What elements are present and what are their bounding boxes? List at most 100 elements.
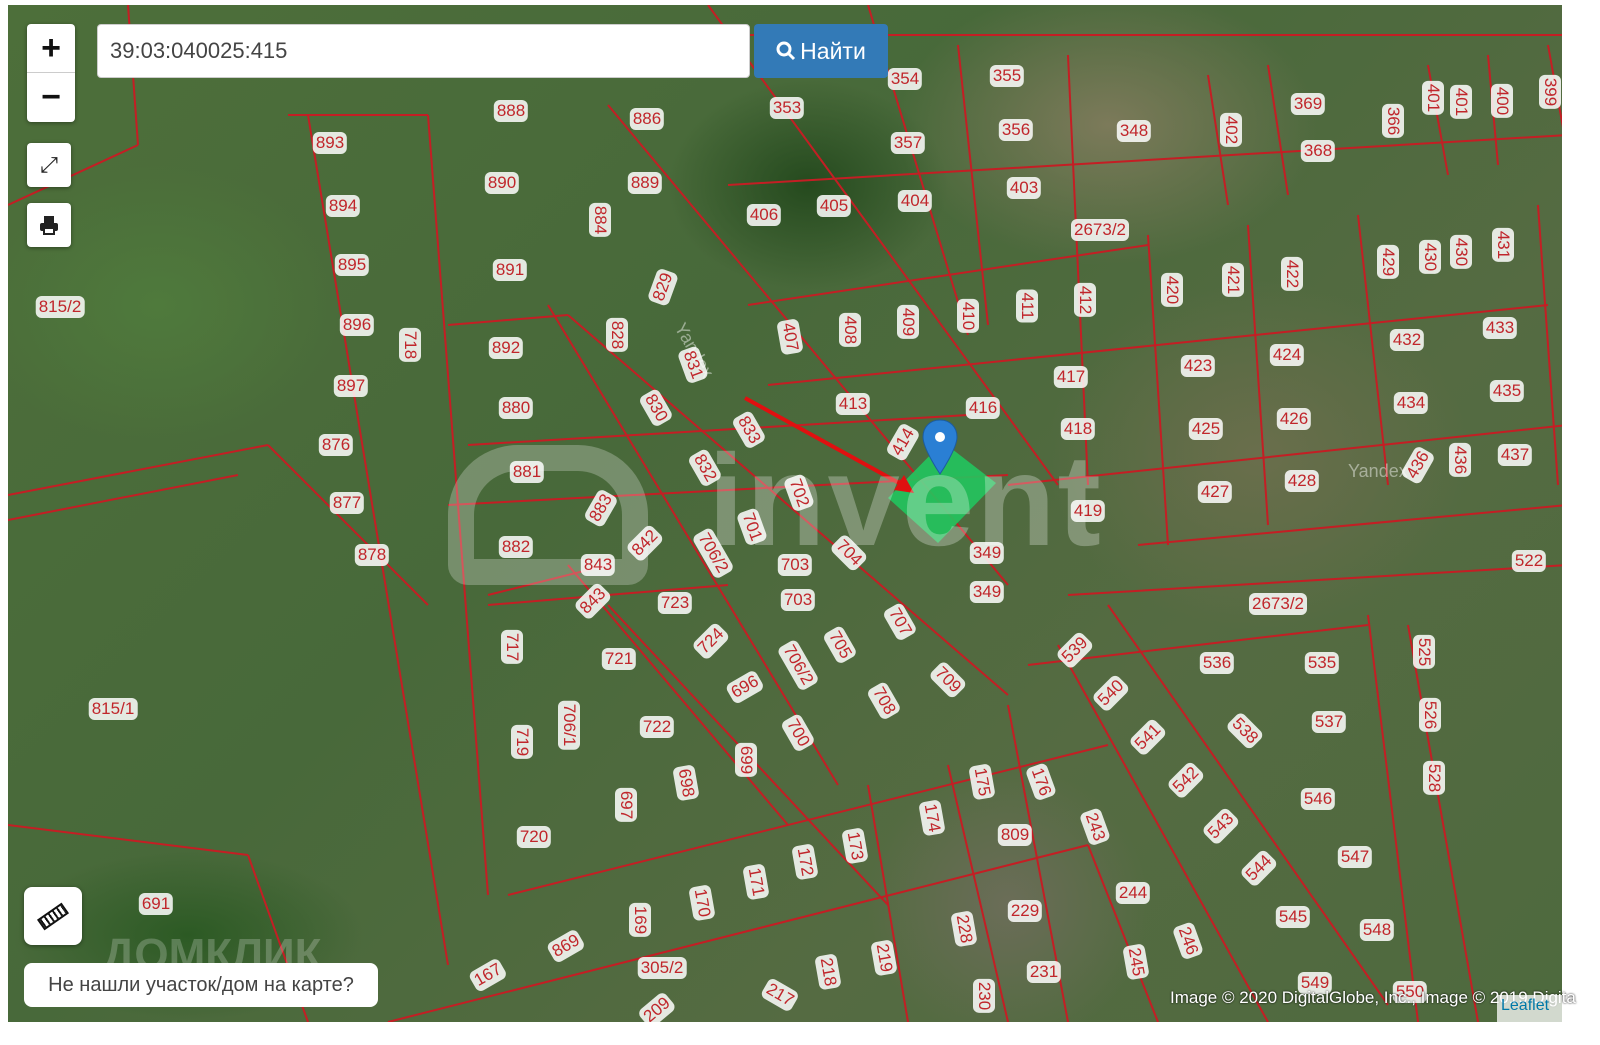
parcel-label[interactable]: 2673/2 bbox=[1071, 219, 1129, 241]
parcel-label[interactable]: 419 bbox=[1070, 500, 1106, 522]
parcel-label[interactable]: 881 bbox=[509, 461, 545, 483]
fullscreen-button[interactable]: ⤢ bbox=[27, 143, 71, 187]
parcel-label[interactable]: 828 bbox=[606, 317, 628, 353]
parcel-label[interactable]: 895 bbox=[334, 254, 370, 276]
print-button[interactable] bbox=[27, 203, 71, 247]
parcel-label[interactable]: 546 bbox=[1300, 788, 1336, 810]
parcel-label[interactable]: 890 bbox=[484, 172, 520, 194]
parcel-label[interactable]: 366 bbox=[1382, 103, 1404, 139]
parcel-label[interactable]: 876 bbox=[318, 434, 354, 456]
parcel-label[interactable]: 305/2 bbox=[637, 957, 687, 979]
parcel-label[interactable]: 420 bbox=[1161, 272, 1183, 308]
parcel-label[interactable]: 357 bbox=[890, 132, 926, 154]
parcel-label[interactable]: 896 bbox=[339, 314, 375, 336]
parcel-label[interactable]: 427 bbox=[1197, 481, 1233, 503]
parcel-label[interactable]: 535 bbox=[1304, 652, 1340, 674]
parcel-label[interactable]: 545 bbox=[1275, 906, 1311, 928]
parcel-label[interactable]: 882 bbox=[498, 536, 534, 558]
parcel-label[interactable]: 893 bbox=[312, 132, 348, 154]
parcel-label[interactable]: 706/1 bbox=[558, 700, 580, 750]
parcel-label[interactable]: 424 bbox=[1269, 344, 1305, 366]
satellite-map[interactable]: invent ДОМКЛИК Yandex Yandex 89389489589… bbox=[8, 5, 1562, 1022]
parcel-label[interactable]: 404 bbox=[897, 190, 933, 212]
parcel-label[interactable]: 528 bbox=[1423, 760, 1445, 796]
parcel-label[interactable]: 425 bbox=[1188, 418, 1224, 440]
zoom-in-button[interactable]: + bbox=[27, 24, 75, 73]
parcel-label[interactable]: 229 bbox=[1007, 900, 1043, 922]
parcel-label[interactable]: 719 bbox=[511, 724, 533, 760]
parcel-label[interactable]: 406 bbox=[746, 204, 782, 226]
parcel-label[interactable]: 401 bbox=[1422, 80, 1444, 116]
parcel-label[interactable]: 703 bbox=[780, 589, 816, 611]
location-pin-icon[interactable] bbox=[921, 418, 959, 476]
parcel-label[interactable]: 703 bbox=[777, 554, 813, 576]
parcel-label[interactable]: 548 bbox=[1359, 919, 1395, 941]
parcel-label[interactable]: 410 bbox=[957, 298, 979, 334]
find-button[interactable]: Найти bbox=[754, 24, 888, 78]
parcel-label[interactable]: 436 bbox=[1449, 442, 1471, 478]
parcel-label[interactable]: 697 bbox=[615, 787, 637, 823]
parcel-label[interactable]: 354 bbox=[887, 68, 923, 90]
parcel-label[interactable]: 723 bbox=[657, 592, 693, 614]
leaflet-link[interactable]: Leaflet bbox=[1497, 995, 1562, 1022]
parcel-label[interactable]: 884 bbox=[589, 202, 611, 238]
parcel-label[interactable]: 525 bbox=[1413, 634, 1435, 670]
parcel-label[interactable]: 368 bbox=[1300, 140, 1336, 162]
parcel-label[interactable]: 353 bbox=[769, 97, 805, 119]
parcel-label[interactable]: 349 bbox=[969, 581, 1005, 603]
parcel-label[interactable]: 430 bbox=[1419, 239, 1441, 275]
parcel-label[interactable]: 428 bbox=[1284, 470, 1320, 492]
parcel-label[interactable]: 413 bbox=[835, 393, 871, 415]
parcel-label[interactable]: 348 bbox=[1116, 120, 1152, 142]
not-found-parcel-button[interactable]: Не нашли участок/дом на карте? bbox=[24, 963, 378, 1007]
parcel-label[interactable]: 417 bbox=[1053, 366, 1089, 388]
parcel-label[interactable]: 418 bbox=[1060, 418, 1096, 440]
parcel-label[interactable]: 815/2 bbox=[35, 296, 85, 318]
parcel-label[interactable]: 691 bbox=[138, 893, 174, 915]
parcel-label[interactable]: 244 bbox=[1115, 882, 1151, 904]
parcel-label[interactable]: 405 bbox=[816, 195, 852, 217]
parcel-label[interactable]: 169 bbox=[629, 902, 651, 938]
parcel-label[interactable]: 526 bbox=[1419, 697, 1441, 733]
measure-button[interactable] bbox=[24, 887, 82, 945]
parcel-label[interactable]: 2673/2 bbox=[1249, 593, 1307, 615]
parcel-label[interactable]: 429 bbox=[1377, 244, 1399, 280]
parcel-label[interactable]: 435 bbox=[1489, 380, 1525, 402]
parcel-label[interactable]: 356 bbox=[998, 119, 1034, 141]
parcel-label[interactable]: 399 bbox=[1539, 74, 1561, 110]
parcel-label[interactable]: 416 bbox=[965, 397, 1001, 419]
zoom-out-button[interactable]: − bbox=[27, 73, 75, 121]
parcel-label[interactable]: 718 bbox=[399, 327, 421, 363]
parcel-label[interactable]: 400 bbox=[1491, 83, 1513, 119]
parcel-label[interactable]: 522 bbox=[1511, 550, 1547, 572]
parcel-label[interactable]: 880 bbox=[498, 397, 534, 419]
parcel-label[interactable]: 434 bbox=[1393, 392, 1429, 414]
parcel-label[interactable]: 423 bbox=[1180, 355, 1216, 377]
parcel-label[interactable]: 720 bbox=[516, 826, 552, 848]
parcel-label[interactable]: 421 bbox=[1222, 262, 1244, 298]
parcel-label[interactable]: 886 bbox=[629, 108, 665, 130]
parcel-label[interactable]: 717 bbox=[501, 629, 523, 665]
parcel-label[interactable]: 431 bbox=[1492, 227, 1514, 263]
parcel-label[interactable]: 430 bbox=[1450, 234, 1472, 270]
parcel-label[interactable]: 547 bbox=[1337, 846, 1373, 868]
parcel-label[interactable]: 433 bbox=[1482, 317, 1518, 339]
parcel-label[interactable]: 878 bbox=[354, 544, 390, 566]
parcel-label[interactable]: 349 bbox=[969, 542, 1005, 564]
parcel-label[interactable]: 699 bbox=[735, 742, 757, 778]
parcel-label[interactable]: 422 bbox=[1281, 256, 1303, 292]
parcel-label[interactable]: 721 bbox=[601, 648, 637, 670]
parcel-label[interactable]: 355 bbox=[989, 65, 1025, 87]
parcel-label[interactable]: 230 bbox=[973, 978, 995, 1014]
parcel-label[interactable]: 894 bbox=[325, 195, 361, 217]
parcel-label[interactable]: 426 bbox=[1276, 408, 1312, 430]
parcel-label[interactable]: 402 bbox=[1220, 112, 1242, 148]
parcel-label[interactable]: 411 bbox=[1016, 289, 1038, 323]
parcel-label[interactable]: 722 bbox=[639, 716, 675, 738]
parcel-label[interactable]: 815/1 bbox=[88, 698, 138, 720]
parcel-label[interactable]: 892 bbox=[488, 337, 524, 359]
parcel-label[interactable]: 877 bbox=[329, 492, 365, 514]
parcel-label[interactable]: 891 bbox=[492, 259, 528, 281]
parcel-label[interactable]: 403 bbox=[1006, 177, 1042, 199]
parcel-label[interactable]: 412 bbox=[1074, 282, 1096, 318]
